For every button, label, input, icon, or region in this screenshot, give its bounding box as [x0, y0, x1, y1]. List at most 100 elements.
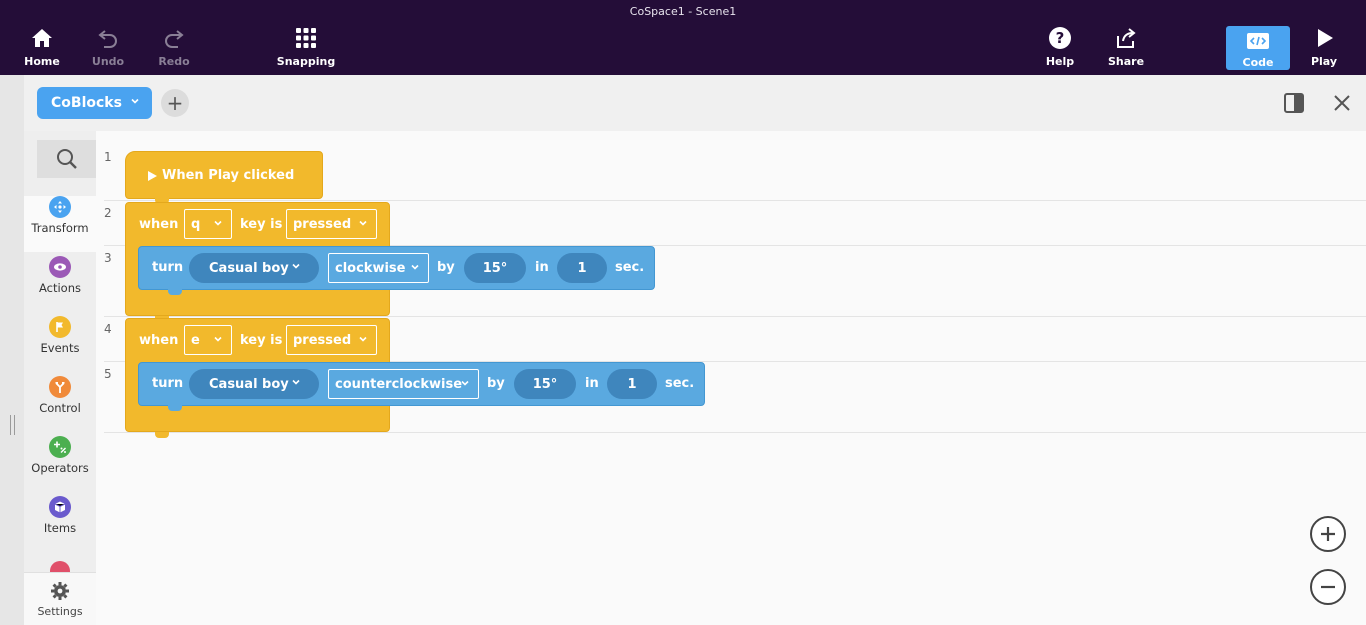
eye-icon: [49, 256, 71, 278]
play-triangle-icon: [148, 171, 157, 181]
code-icon: [1247, 33, 1269, 49]
row-divider: [104, 432, 1366, 433]
share-icon: [1117, 28, 1136, 48]
key-dropdown[interactable]: e: [184, 325, 232, 355]
when-label: when: [139, 333, 179, 348]
move-arrows-icon: [49, 196, 71, 218]
help-icon: ?: [1049, 27, 1071, 49]
category-label: Actions: [38, 281, 81, 295]
by-label: by: [487, 376, 505, 391]
coblocks-tab[interactable]: CoBlocks: [37, 87, 152, 119]
block-connector: [168, 289, 182, 295]
category-partial-icon: [50, 561, 70, 572]
redo-button[interactable]: Redo: [154, 26, 194, 72]
turn-label: turn: [152, 376, 184, 391]
line-number: 1: [104, 150, 112, 164]
undo-button[interactable]: Undo: [88, 26, 128, 72]
settings-button[interactable]: Settings: [24, 572, 96, 625]
palette-search-button[interactable]: [37, 140, 96, 178]
key-state-dropdown[interactable]: pressed: [286, 209, 377, 239]
code-button[interactable]: Code: [1226, 26, 1290, 70]
play-icon: [1318, 29, 1333, 47]
duration-input[interactable]: 1: [607, 369, 657, 399]
turn-label: turn: [152, 260, 184, 275]
chevron-down-icon: [358, 333, 368, 348]
key-value: e: [191, 332, 200, 348]
flag-icon: [49, 316, 71, 338]
home-icon: [32, 29, 52, 47]
category-operators[interactable]: Operators: [24, 436, 96, 492]
help-button[interactable]: ? Help: [1040, 26, 1080, 72]
block-connector: [155, 432, 169, 438]
chevron-down-icon: [358, 217, 368, 232]
key-dropdown[interactable]: q: [184, 209, 232, 239]
grid-icon: [296, 28, 316, 48]
chevron-down-icon: [291, 376, 301, 391]
direction-value: counterclockwise: [335, 376, 463, 392]
snapping-button[interactable]: Snapping: [276, 26, 336, 72]
line-number: 5: [104, 367, 112, 381]
category-control[interactable]: Control: [24, 376, 96, 432]
snapping-label: Snapping: [276, 55, 336, 68]
home-label: Home: [24, 55, 60, 68]
in-label: in: [535, 260, 549, 275]
by-label: by: [437, 260, 455, 275]
angle-input[interactable]: 15°: [514, 369, 576, 399]
panel-toggle-icon[interactable]: [1284, 93, 1304, 113]
zoom-in-button[interactable]: [1310, 516, 1346, 552]
line-number: 2: [104, 206, 112, 220]
key-state-value: pressed: [293, 216, 352, 232]
chevron-down-icon: [410, 261, 420, 276]
zoom-out-button[interactable]: [1310, 569, 1346, 605]
window-title: CoSpace1 - Scene1: [629, 5, 737, 18]
direction-dropdown[interactable]: counterclockwise: [328, 369, 479, 399]
direction-dropdown[interactable]: clockwise: [328, 253, 429, 283]
play-label: Play: [1310, 55, 1338, 68]
turn-block-counterclockwise[interactable]: turn Casual boy counterclockwise by 15° …: [138, 362, 705, 406]
block-palette: Transform Actions Events Control Operato…: [24, 131, 96, 625]
direction-value: clockwise: [335, 260, 406, 276]
svg-text:?: ?: [1056, 29, 1065, 47]
when-play-clicked-block[interactable]: When Play clicked: [125, 151, 323, 199]
row-divider: [104, 316, 1366, 317]
category-label: Control: [39, 401, 81, 415]
chevron-down-icon: [213, 333, 223, 348]
code-workspace[interactable]: 1 2 3 4 5 When Play clicked when q key i…: [96, 131, 1366, 625]
undo-icon: [98, 30, 117, 48]
category-actions[interactable]: Actions: [24, 256, 96, 312]
gear-icon: [51, 581, 69, 600]
editor-header: CoBlocks +: [24, 75, 1366, 131]
resize-handle[interactable]: [10, 415, 15, 435]
chevron-down-icon: [291, 260, 301, 275]
chevron-down-icon: [460, 377, 470, 392]
category-transform[interactable]: Transform: [24, 196, 96, 252]
category-events[interactable]: Events: [24, 316, 96, 372]
turn-block-clockwise[interactable]: turn Casual boy clockwise by 15° in 1 se…: [138, 246, 655, 290]
key-is-label: key is: [240, 217, 283, 232]
key-is-label: key is: [240, 333, 283, 348]
duration-input[interactable]: 1: [557, 253, 607, 283]
category-items[interactable]: Items: [24, 496, 96, 552]
plus-icon: [1321, 527, 1335, 541]
item-value: Casual boy: [209, 376, 289, 392]
branch-icon: [49, 376, 71, 398]
search-icon: [56, 149, 77, 169]
key-state-dropdown[interactable]: pressed: [286, 325, 377, 355]
close-icon[interactable]: [1332, 93, 1352, 113]
share-button[interactable]: Share: [1106, 26, 1146, 72]
angle-input[interactable]: 15°: [464, 253, 526, 283]
settings-label: Settings: [37, 604, 83, 618]
share-label: Share: [1107, 55, 1145, 68]
code-label: Code: [1242, 56, 1274, 69]
home-button[interactable]: Home: [22, 26, 62, 72]
add-tab-button[interactable]: +: [161, 89, 189, 117]
chevron-down-icon: [213, 217, 223, 232]
row-divider: [104, 200, 1366, 201]
help-label: Help: [1045, 55, 1075, 68]
top-toolbar: CoSpace1 - Scene1 Home Undo Redo Snappin…: [0, 0, 1366, 75]
item-dropdown[interactable]: Casual boy: [189, 253, 319, 283]
play-button[interactable]: Play: [1304, 26, 1344, 72]
item-dropdown[interactable]: Casual boy: [189, 369, 319, 399]
when-label: when: [139, 217, 179, 232]
operators-icon: [49, 436, 71, 458]
